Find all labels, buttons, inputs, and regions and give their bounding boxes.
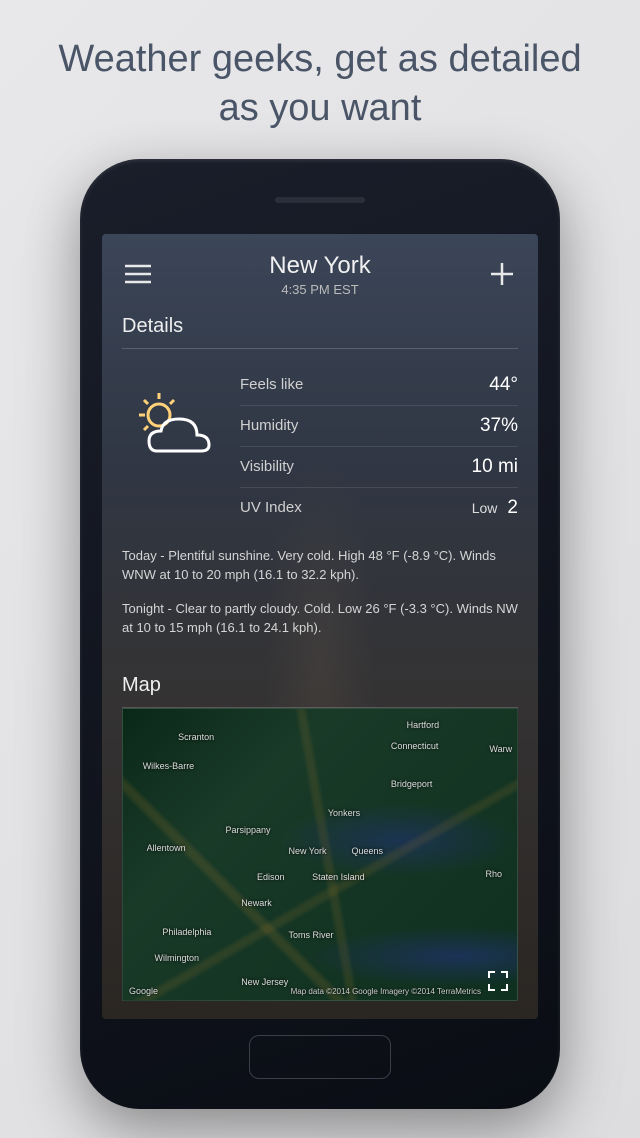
promo-heading: Weather geeks, get as detailed as you wa… xyxy=(0,35,640,134)
map-place-label: Yonkers xyxy=(328,808,360,818)
metric-label: Humidity xyxy=(240,417,298,434)
map-place-label: Rho xyxy=(485,869,502,879)
map-place-label: Edison xyxy=(257,872,285,882)
metric-label: Visibility xyxy=(240,458,294,475)
details-section-title: Details xyxy=(122,315,518,349)
partly-cloudy-icon xyxy=(127,389,217,469)
location-header[interactable]: New York 4:35 PM EST xyxy=(166,252,474,297)
map-place-label: New York xyxy=(288,846,326,856)
metric-value: 44° xyxy=(489,374,518,396)
metrics-list: Feels like 44° Humidity 37% Visibility 1… xyxy=(240,365,518,528)
weather-map[interactable]: Hartford Connecticut Scranton Wilkes-Barre B… xyxy=(122,708,518,1001)
metric-feels-like: Feels like 44° xyxy=(240,365,518,406)
metric-value: 37% xyxy=(480,415,518,437)
metric-value: 2 xyxy=(507,497,518,519)
add-location-icon[interactable] xyxy=(486,258,518,290)
map-place-label: Philadelphia xyxy=(162,927,211,937)
metric-visibility: Visibility 10 mi xyxy=(240,447,518,488)
map-place-label: Newark xyxy=(241,898,272,908)
map-place-label: Wilmington xyxy=(155,953,200,963)
expand-map-icon[interactable] xyxy=(487,970,509,992)
menu-icon[interactable] xyxy=(122,258,154,290)
map-attribution: Google xyxy=(129,986,158,996)
map-place-label: Staten Island xyxy=(312,872,365,882)
forecast-tonight: Tonight - Clear to partly cloudy. Cold. … xyxy=(122,599,518,638)
map-place-label: Queens xyxy=(352,846,384,856)
local-time: 4:35 PM EST xyxy=(166,282,474,297)
metric-label: UV Index xyxy=(240,499,302,516)
condition-icon-col xyxy=(122,365,222,528)
map-place-label: Connecticut xyxy=(391,741,439,751)
map-copyright: Map data ©2014 Google Imagery ©2014 Terr… xyxy=(291,987,481,996)
metric-uv-index: UV Index Low 2 xyxy=(240,488,518,528)
forecast-text: Today - Plentiful sunshine. Very cold. H… xyxy=(122,546,518,638)
map-place-label: Wilkes-Barre xyxy=(143,761,195,771)
forecast-today: Today - Plentiful sunshine. Very cold. H… xyxy=(122,546,518,585)
top-bar: New York 4:35 PM EST xyxy=(122,252,518,297)
map-place-label: New Jersey xyxy=(241,977,288,987)
details-body: Feels like 44° Humidity 37% Visibility 1… xyxy=(122,365,518,528)
map-place-label: Allentown xyxy=(147,843,186,853)
map-place-label: Hartford xyxy=(407,720,440,730)
app-screen: New York 4:35 PM EST Details xyxy=(102,234,538,1019)
city-name: New York xyxy=(166,252,474,280)
metric-humidity: Humidity 37% xyxy=(240,406,518,447)
map-section: Map Hartford Connecticut Scranton Wilkes-Ba… xyxy=(122,656,518,1001)
uv-level: Low xyxy=(472,500,498,516)
map-section-title: Map xyxy=(122,674,518,708)
map-place-label: Parsippany xyxy=(225,825,270,835)
metric-value: 10 mi xyxy=(472,456,518,478)
map-place-label: Toms River xyxy=(288,930,333,940)
phone-frame: New York 4:35 PM EST Details xyxy=(80,159,560,1109)
metric-label: Feels like xyxy=(240,376,303,393)
map-place-label: Scranton xyxy=(178,732,214,742)
map-place-label: Bridgeport xyxy=(391,779,433,789)
map-place-label: Warw xyxy=(489,744,512,754)
